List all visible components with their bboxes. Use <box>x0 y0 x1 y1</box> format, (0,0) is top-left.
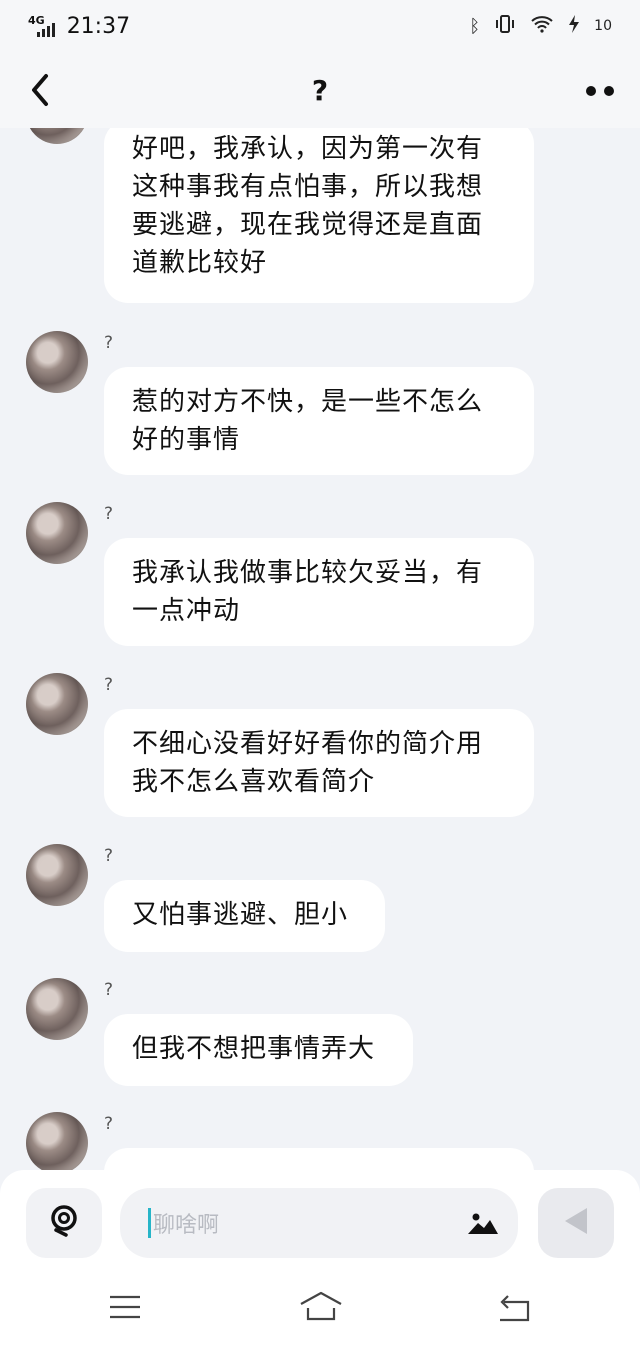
avatar[interactable] <box>26 128 88 144</box>
send-icon <box>561 1206 591 1240</box>
message-bubble[interactable] <box>104 1148 534 1170</box>
send-button[interactable] <box>538 1188 614 1258</box>
status-time: 21:37 <box>66 13 131 39</box>
text-caret <box>148 1208 151 1238</box>
vibrate-icon <box>494 14 516 39</box>
avatar[interactable] <box>26 844 88 906</box>
avatar[interactable] <box>26 1112 88 1170</box>
status-right: ᛒ 10 <box>469 14 612 39</box>
message-bubble[interactable]: 但我不想把事情弄大 <box>104 1014 413 1086</box>
charging-icon <box>568 14 580 38</box>
avatar[interactable] <box>26 502 88 564</box>
message-bubble[interactable]: 又怕事逃避、胆小 <box>104 880 385 952</box>
message-bubble[interactable]: 我承认我做事比较欠妥当，有一点冲动 <box>104 538 534 646</box>
voice-button[interactable] <box>26 1188 102 1258</box>
home-icon[interactable] <box>298 1290 344 1326</box>
back-icon[interactable] <box>496 1294 532 1326</box>
menu-icon[interactable] <box>108 1294 142 1324</box>
sender-name: ? <box>104 846 114 866</box>
message-bubble[interactable]: 好吧，我承认，因为第一次有这种事我有点怕事，所以我想要逃避，现在我觉得还是直面道… <box>104 128 534 303</box>
chat-list[interactable]: 好吧，我承认，因为第一次有这种事我有点怕事，所以我想要逃避，现在我觉得还是直面道… <box>0 128 640 1170</box>
sender-name: ? <box>104 675 114 695</box>
back-chevron-icon[interactable] <box>26 72 56 108</box>
avatar[interactable] <box>26 673 88 735</box>
input-bar: 聊啥啊 <box>0 1170 640 1266</box>
network-type: 4G <box>28 13 45 27</box>
message-bubble[interactable]: 不细心没看好好看你的简介用我不怎么喜欢看简介 <box>104 709 534 817</box>
bluetooth-icon: ᛒ <box>469 15 481 37</box>
more-dots-icon[interactable] <box>586 86 614 96</box>
image-icon[interactable] <box>466 1206 500 1240</box>
voice-icon <box>46 1203 82 1243</box>
status-bar: 4G 21:37 ᛒ 10 <box>0 0 640 52</box>
sender-name: ? <box>104 333 114 353</box>
avatar[interactable] <box>26 978 88 1040</box>
battery-level: 10 <box>594 18 612 34</box>
sender-name: ? <box>104 504 114 524</box>
wifi-icon <box>530 15 554 38</box>
sender-name: ? <box>104 1114 114 1134</box>
message-input[interactable]: 聊啥啊 <box>120 1188 518 1258</box>
message-bubble[interactable]: 惹的对方不快，是一些不怎么好的事情 <box>104 367 534 475</box>
status-left: 4G 21:37 <box>28 14 130 39</box>
chat-title: ? <box>311 73 329 107</box>
input-placeholder: 聊啥啊 <box>153 1213 220 1238</box>
chat-header: ? <box>0 52 640 128</box>
sender-name: ? <box>104 980 114 1000</box>
avatar[interactable] <box>26 331 88 393</box>
system-nav-bar <box>0 1266 640 1351</box>
